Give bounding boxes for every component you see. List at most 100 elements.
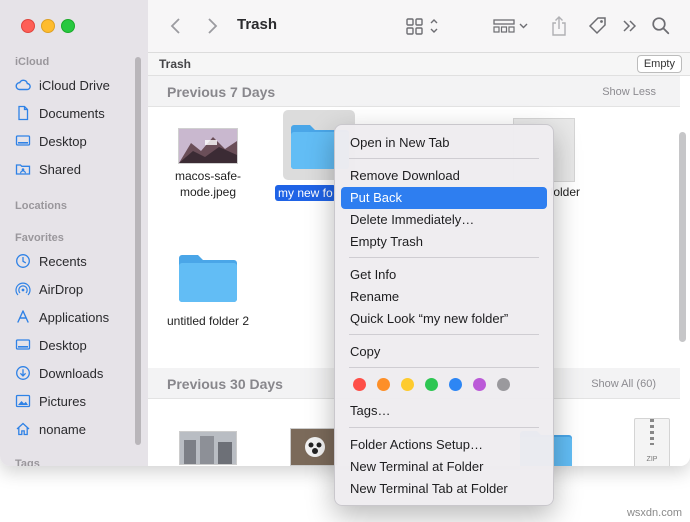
download-icon — [14, 365, 32, 381]
sidebar-item-noname[interactable]: noname — [14, 418, 139, 440]
file-name-partial: folder — [550, 185, 581, 199]
sidebar-section-favorites: Favorites — [15, 232, 64, 244]
group-by-button[interactable] — [491, 14, 531, 38]
back-button[interactable] — [166, 14, 186, 38]
menu-item-new-terminal-at-folder[interactable]: New Terminal at Folder — [341, 456, 547, 478]
menu-separator — [349, 367, 539, 368]
menu-item-delete-immediately[interactable]: Delete Immediately… — [341, 209, 547, 231]
pictures-icon — [14, 393, 32, 409]
applications-icon — [14, 309, 32, 325]
tag-icon — [588, 17, 606, 35]
chevron-left-icon — [170, 18, 180, 34]
show-all-button[interactable]: Show All (60) — [591, 378, 656, 390]
sidebar-item-desktop[interactable]: Desktop — [14, 334, 139, 356]
menu-item-open-in-new-tab[interactable]: Open in New Tab — [341, 132, 547, 154]
menu-item-new-terminal-tab-at-folder[interactable]: New Terminal Tab at Folder — [341, 478, 547, 500]
sidebar-item-label: iCloud Drive — [39, 77, 110, 93]
home-icon — [14, 421, 32, 437]
image-thumbnail[interactable] — [290, 428, 338, 466]
menu-item-rename[interactable]: Rename — [341, 286, 547, 308]
watermark: wsxdn.com — [626, 507, 682, 519]
cloud-icon — [14, 77, 32, 93]
path-label: Trash — [159, 57, 192, 71]
search-button[interactable] — [650, 14, 672, 38]
share-icon — [552, 16, 566, 36]
context-menu: Open in New Tab Remove Download Put Back… — [334, 124, 554, 506]
desktop-icon — [14, 337, 32, 353]
menu-item-empty-trash[interactable]: Empty Trash — [341, 231, 547, 253]
menu-item-remove-download[interactable]: Remove Download — [341, 165, 547, 187]
image-thumbnail[interactable] — [179, 431, 237, 465]
tag-color-red[interactable] — [353, 378, 366, 391]
sidebar-item-desktop-icloud[interactable]: Desktop — [14, 130, 139, 152]
close-window-button[interactable] — [21, 19, 35, 33]
menu-separator — [349, 334, 539, 335]
toolbar: Trash — [148, 0, 690, 53]
file-name: untitled folder 2 — [166, 314, 250, 328]
file-item-untitled-folder-2[interactable]: untitled folder 2 — [158, 250, 258, 329]
tag-color-purple[interactable] — [473, 378, 486, 391]
empty-trash-button[interactable]: Empty — [636, 55, 682, 73]
tag-color-orange[interactable] — [377, 378, 390, 391]
file-item-macos-safe-mode[interactable]: macos-safe-mode.jpeg — [158, 128, 258, 200]
sidebar-item-shared[interactable]: Shared — [14, 158, 139, 180]
minimize-window-button[interactable] — [41, 19, 55, 33]
menu-separator — [349, 257, 539, 258]
forward-button[interactable] — [202, 14, 222, 38]
airdrop-icon — [14, 281, 32, 297]
search-icon — [652, 17, 670, 35]
menu-item-tags[interactable]: Tags… — [341, 400, 547, 422]
sidebar-item-label: Recents — [39, 253, 87, 269]
sidebar-section-locations: Locations — [15, 200, 67, 212]
menu-item-copy[interactable]: Copy — [341, 341, 547, 363]
sidebar-section-tags: Tags — [15, 458, 40, 466]
group-header-previous-7-days: Previous 7 Days Show Less — [148, 76, 680, 107]
double-chevron-right-icon — [623, 20, 637, 32]
clock-icon — [14, 253, 32, 269]
image-thumbnail — [178, 128, 238, 164]
sidebar-section-icloud: iCloud — [15, 56, 50, 68]
sidebar-item-label: noname — [39, 421, 86, 437]
shared-folder-icon — [14, 161, 32, 177]
menu-item-put-back[interactable]: Put Back — [341, 187, 547, 209]
sidebar: iCloud iCloud Drive Documents Desktop Sh… — [0, 0, 149, 466]
chevron-right-icon — [208, 18, 218, 34]
file-name-selected[interactable]: my new fo — [275, 185, 336, 201]
sidebar-item-documents[interactable]: Documents — [14, 102, 139, 124]
menu-separator — [349, 158, 539, 159]
more-toolbar-button[interactable] — [620, 14, 640, 38]
desktop-icon — [14, 133, 32, 149]
sidebar-item-label: Desktop — [39, 337, 87, 353]
group-icon — [493, 19, 528, 33]
menu-item-folder-actions-setup[interactable]: Folder Actions Setup… — [341, 434, 547, 456]
folder-icon — [179, 255, 237, 302]
sidebar-item-label: Desktop — [39, 133, 87, 149]
document-icon — [14, 105, 32, 121]
tag-color-gray[interactable] — [497, 378, 510, 391]
tag-color-blue[interactable] — [449, 378, 462, 391]
tag-color-yellow[interactable] — [401, 378, 414, 391]
sidebar-item-downloads[interactable]: Downloads — [14, 362, 139, 384]
sidebar-item-pictures[interactable]: Pictures — [14, 390, 139, 412]
tag-color-green[interactable] — [425, 378, 438, 391]
content-scrollbar[interactable] — [679, 132, 686, 342]
sidebar-scrollbar[interactable] — [135, 57, 141, 445]
window-title: Trash — [237, 16, 278, 33]
tags-button[interactable] — [586, 14, 610, 38]
menu-separator — [349, 427, 539, 428]
menu-item-get-info[interactable]: Get Info — [341, 264, 547, 286]
sidebar-item-airdrop[interactable]: AirDrop — [14, 278, 139, 300]
sidebar-item-label: Documents — [39, 105, 105, 121]
menu-item-quick-look[interactable]: Quick Look “my new folder” — [341, 308, 547, 330]
group-title: Previous 30 Days — [167, 376, 283, 392]
share-button[interactable] — [548, 14, 570, 38]
sidebar-item-applications[interactable]: Applications — [14, 306, 139, 328]
sidebar-item-icloud-drive[interactable]: iCloud Drive — [14, 74, 139, 96]
group-title: Previous 7 Days — [167, 84, 276, 100]
show-less-button[interactable]: Show Less — [602, 86, 656, 98]
sidebar-item-recents[interactable]: Recents — [14, 250, 139, 272]
view-mode-button[interactable] — [404, 14, 442, 38]
zip-archive-icon[interactable]: ZIP — [634, 418, 670, 466]
icon-grid-icon — [406, 18, 438, 35]
zoom-window-button[interactable] — [61, 19, 75, 33]
